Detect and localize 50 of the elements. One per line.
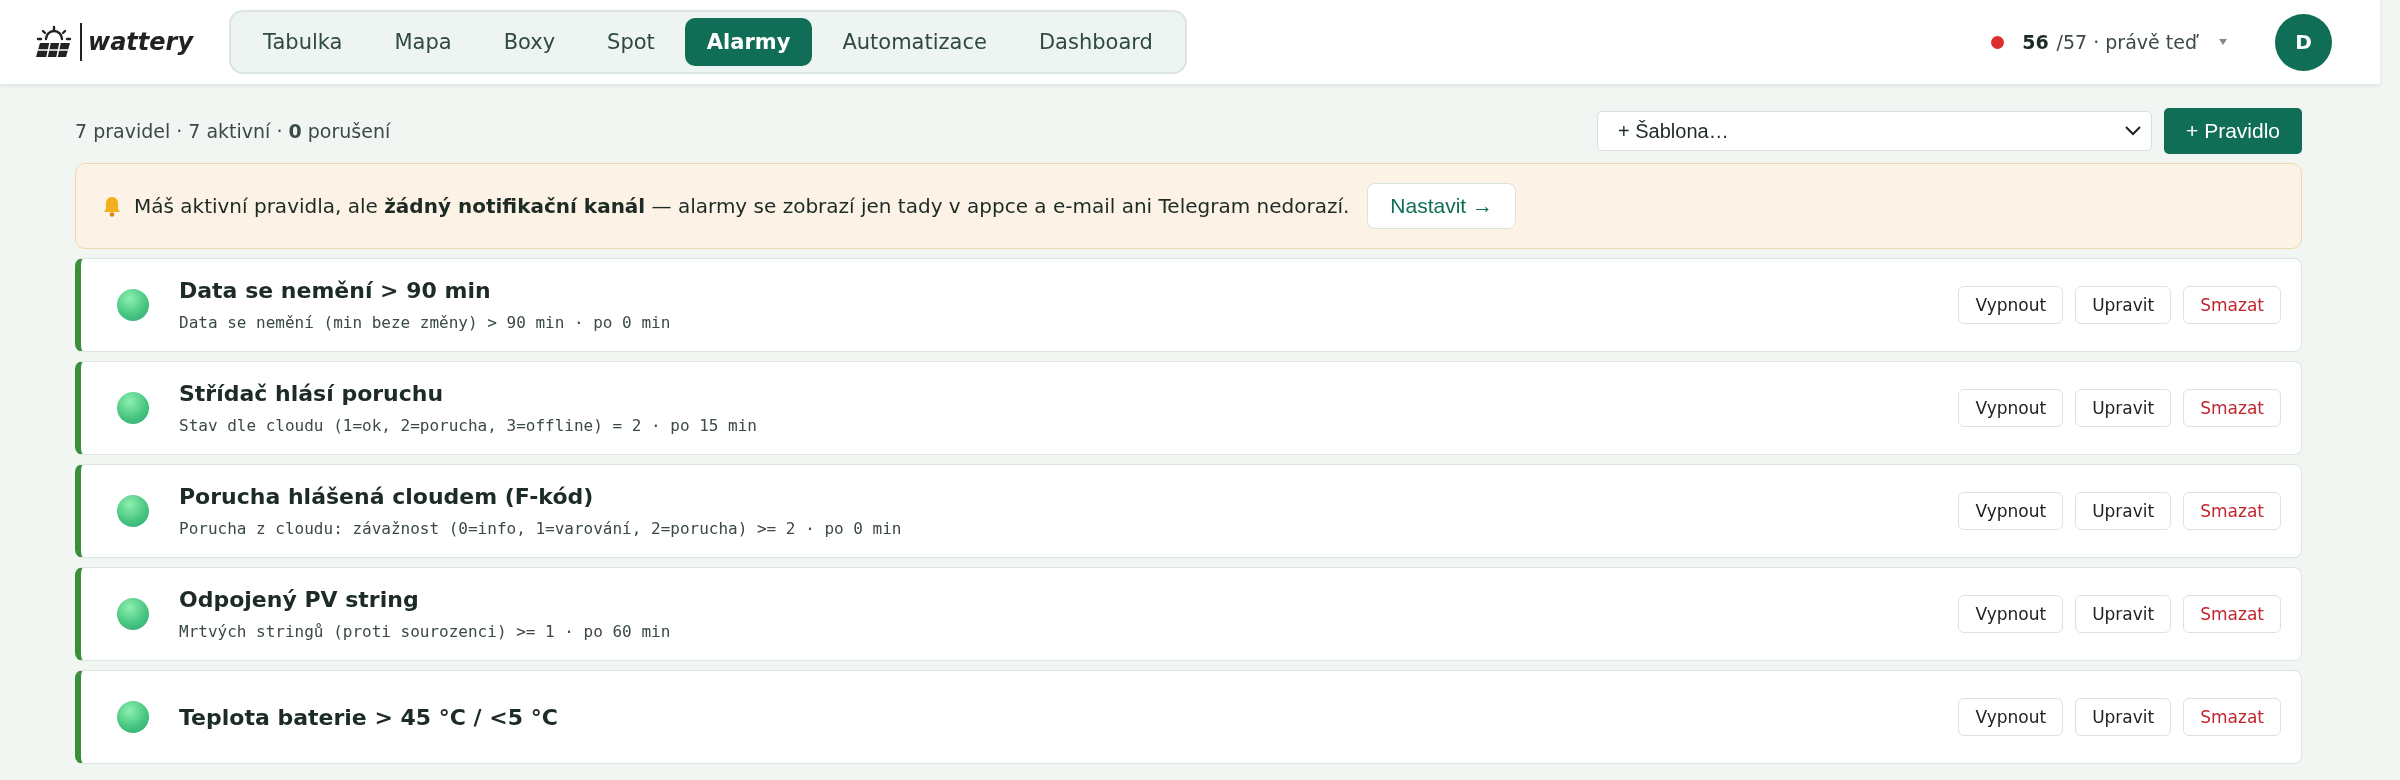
action-button[interactable]: Vypnout [1958, 698, 2064, 736]
setup-button[interactable]: Nastavit → [1367, 183, 1517, 229]
chevron-down-icon [2125, 126, 2142, 136]
action-button[interactable]: Upravit [2075, 492, 2172, 530]
status-ball-icon [117, 289, 149, 321]
status-ball-icon [117, 392, 149, 424]
action-button[interactable]: Vypnout [1958, 389, 2064, 427]
status-menu[interactable]: 56 /57 · právě teď [1991, 31, 2227, 53]
nav-tab[interactable]: Tabulka [241, 18, 365, 66]
action-button[interactable]: Upravit [2075, 595, 2172, 633]
status-text: /57 · právě teď [2056, 31, 2197, 53]
nav-tab[interactable]: Automatizace [820, 18, 1009, 66]
delete-button[interactable]: Smazat [2183, 595, 2281, 633]
delete-button[interactable]: Smazat [2183, 286, 2281, 324]
action-button[interactable]: Upravit [2075, 286, 2172, 324]
rule-condition: Data se nemění (min beze změny) > 90 min · po 0 min [179, 313, 672, 332]
rule-title: Teplota baterie > 45 °C / <5 °C [179, 704, 559, 730]
brand-name: wattery [88, 28, 194, 56]
status-ball-icon [117, 701, 149, 733]
nav-tab[interactable]: Spot [585, 18, 677, 66]
bell-icon [102, 195, 122, 217]
rule-title: Porucha hlášená cloudem (F-kód) [179, 484, 595, 509]
action-button[interactable]: Vypnout [1958, 492, 2064, 530]
template-select[interactable]: + Šablona… [1597, 111, 2153, 151]
action-button[interactable]: Upravit [2075, 698, 2172, 736]
add-rule-button[interactable]: + Pravidlo [2164, 108, 2302, 154]
rule-condition: Mrtvých stringů (proti sourozenci) >= 1 · po 60 min [179, 622, 672, 641]
delete-button[interactable]: Smazat [2183, 389, 2281, 427]
user-avatar[interactable]: D [2275, 13, 2332, 71]
nav-tab[interactable]: Mapa [372, 18, 474, 66]
action-button[interactable]: Vypnout [1958, 286, 2064, 324]
status-ball-icon [117, 598, 149, 630]
nav-tab[interactable]: Boxy [481, 18, 578, 66]
rules-summary: 7 pravidel · 7 aktivní · 0 porušení [75, 120, 391, 142]
caret-icon [2219, 39, 2227, 45]
delete-button[interactable]: Smazat [2183, 698, 2281, 736]
action-button[interactable]: Vypnout [1958, 595, 2064, 633]
online-count: 56 [2022, 31, 2049, 53]
action-button[interactable]: Upravit [2075, 389, 2172, 427]
rule-title: Odpojený PV string [179, 587, 420, 612]
nav-tab[interactable]: Alarmy [684, 18, 813, 66]
warning-text: Máš aktivní pravidla, ale žádný notifikační kanál — alarmy se zobrazí jen tady v appce a e-mail ani Telegram nedorazí. [134, 194, 1350, 218]
delete-button[interactable]: Smazat [2183, 492, 2281, 530]
rule-title: Střídač hlásí poruchu [179, 381, 445, 406]
status-ball-icon [117, 495, 149, 527]
rule-condition: Porucha z cloudu: závažnost (0=info, 1=varování, 2=porucha) >= 2 · po 0 min [179, 519, 903, 538]
rule-title: Data se nemění > 90 min [179, 278, 492, 303]
sun-solar-panel-icon [34, 25, 74, 59]
nav-tab[interactable]: Dashboard [1016, 18, 1175, 66]
rule-condition: Stav dle cloudu (1=ok, 2=porucha, 3=offline) = 2 · po 15 min [179, 416, 758, 435]
